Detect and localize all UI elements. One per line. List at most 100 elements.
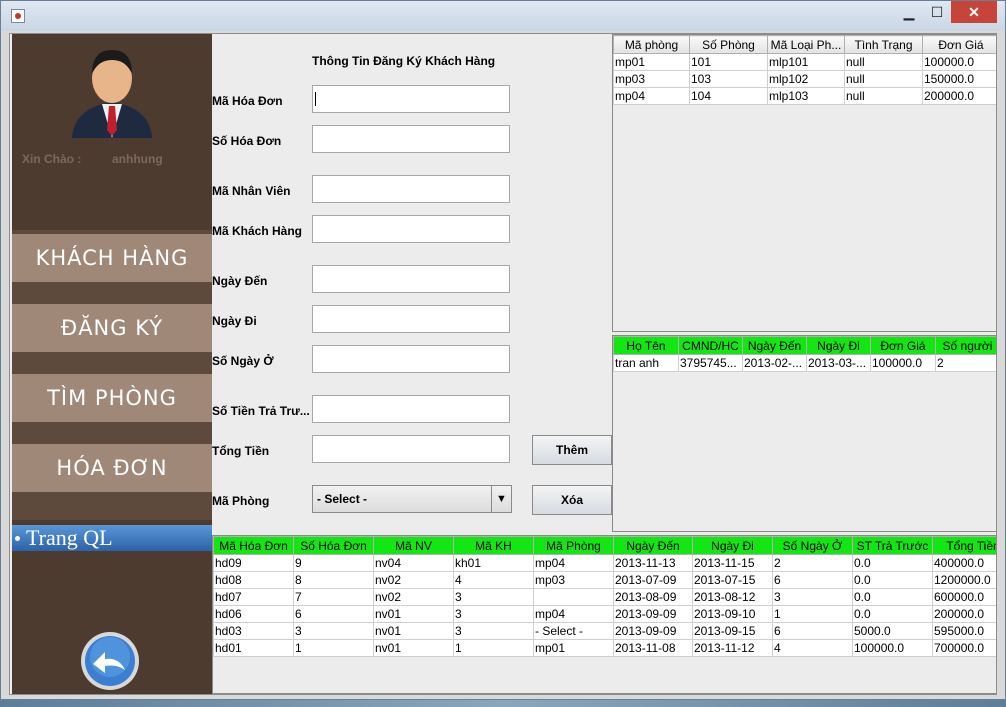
column-header[interactable]: Mã phòng xyxy=(613,35,690,54)
table-cell[interactable]: 5000.0 xyxy=(852,622,933,640)
table-cell[interactable]: hd07 xyxy=(213,588,294,606)
table-cell[interactable]: 0.0 xyxy=(852,554,933,572)
table-cell[interactable]: nv01 xyxy=(373,605,454,623)
table-cell[interactable]: null xyxy=(844,53,923,71)
table-cell[interactable]: 0.0 xyxy=(852,605,933,623)
table-cell[interactable]: null xyxy=(844,87,923,105)
table-cell[interactable]: nv02 xyxy=(373,588,454,606)
table-cell[interactable]: 3 xyxy=(293,622,374,640)
add-button[interactable]: Thêm xyxy=(532,435,612,465)
table-cell[interactable]: 3 xyxy=(772,588,853,606)
table-cell[interactable]: nv04 xyxy=(373,554,454,572)
back-arrow-icon[interactable] xyxy=(79,630,141,692)
table-cell[interactable]: hd06 xyxy=(213,605,294,623)
table-row[interactable]: tran anh 3795745... 2013-02-... 2013-03-...… xyxy=(613,354,996,372)
nav-tim-phong-button[interactable]: TÌM PHÒNG xyxy=(12,374,212,422)
table-cell[interactable]: mlp102 xyxy=(767,70,845,88)
table-cell[interactable]: 2013-09-09 xyxy=(613,605,693,623)
column-header[interactable]: Đơn Giá xyxy=(870,336,936,355)
table-row[interactable]: hd06 6 nv01 3 mp04 2013-09-09 2013-09-10 1 0.0 20… xyxy=(213,605,996,623)
nav-khach-hang-button[interactable]: KHÁCH HÀNG xyxy=(12,234,212,282)
column-header[interactable]: Tình Trạng xyxy=(844,35,923,54)
table-cell[interactable]: 2013-11-12 xyxy=(692,639,773,657)
table-cell[interactable]: hd01 xyxy=(213,639,294,657)
customer-id-input[interactable] xyxy=(312,215,510,243)
table-row[interactable]: mp03 103 mlp102 null 150000.0 xyxy=(613,70,996,88)
minimize-button[interactable]: ▁ xyxy=(895,1,923,23)
table-cell[interactable]: 9 xyxy=(293,554,374,572)
table-cell[interactable]: 2013-03-... xyxy=(806,354,871,372)
column-header[interactable]: Ngày Đến xyxy=(742,336,807,355)
table-cell[interactable]: mlp101 xyxy=(767,53,845,71)
nav-hoa-don-button[interactable]: HÓA ĐƠN xyxy=(12,444,212,492)
table-cell[interactable]: 104 xyxy=(689,87,768,105)
table-cell[interactable]: 103 xyxy=(689,70,768,88)
table-cell[interactable]: nv02 xyxy=(373,571,454,589)
table-cell[interactable]: 7 xyxy=(293,588,374,606)
table-cell[interactable]: kh01 xyxy=(453,554,534,572)
table-cell[interactable]: 8 xyxy=(293,571,374,589)
delete-button[interactable]: Xóa xyxy=(532,485,612,515)
room-select[interactable]: - Select - ▼ xyxy=(312,485,512,513)
close-button[interactable]: ✕ xyxy=(951,1,997,23)
table-cell[interactable]: 2013-11-08 xyxy=(613,639,693,657)
table-cell[interactable]: 700000.0 xyxy=(932,639,996,657)
column-header[interactable]: Ngày Đến xyxy=(613,536,693,555)
column-header[interactable]: Mã KH xyxy=(453,536,534,555)
column-header[interactable]: Số Phòng xyxy=(689,35,768,54)
table-cell[interactable]: 6 xyxy=(772,571,853,589)
column-header[interactable]: Số Ngày Ở xyxy=(772,536,853,555)
column-header[interactable]: Tổng Tiền xyxy=(932,536,996,555)
table-cell[interactable]: 2013-11-15 xyxy=(692,554,773,572)
table-cell[interactable]: 100000.0 xyxy=(870,354,936,372)
table-cell[interactable]: 2013-09-09 xyxy=(613,622,693,640)
column-header[interactable]: Họ Tên xyxy=(613,336,679,355)
table-cell[interactable]: 2013-09-15 xyxy=(692,622,773,640)
stay-days-input[interactable] xyxy=(312,345,510,373)
table-row[interactable]: hd08 8 nv02 4 mp03 2013-07-09 2013-07-15 6 0.0 12… xyxy=(213,571,996,589)
table-cell[interactable]: mlp103 xyxy=(767,87,845,105)
table-cell[interactable]: 2013-07-15 xyxy=(692,571,773,589)
column-header[interactable]: CMND/HC xyxy=(678,336,743,355)
table-cell[interactable]: 1 xyxy=(453,639,534,657)
departure-date-input[interactable] xyxy=(312,305,510,333)
table-cell[interactable]: mp03 xyxy=(533,571,614,589)
table-cell[interactable]: 2013-02-... xyxy=(742,354,807,372)
table-row[interactable]: mp04 104 mlp103 null 200000.0 xyxy=(613,87,996,105)
employee-id-input[interactable] xyxy=(312,175,510,203)
table-cell[interactable]: 150000.0 xyxy=(922,70,996,88)
table-row[interactable]: hd01 1 nv01 1 mp01 2013-11-08 2013-11-12 4 10000… xyxy=(213,639,996,657)
table-cell[interactable]: 1 xyxy=(772,605,853,623)
table-cell[interactable]: 101 xyxy=(689,53,768,71)
table-cell[interactable]: 200000.0 xyxy=(922,87,996,105)
table-cell[interactable]: 6 xyxy=(293,605,374,623)
table-cell[interactable]: - Select - xyxy=(533,622,614,640)
table-cell[interactable]: nv01 xyxy=(373,639,454,657)
table-row[interactable]: hd09 9 nv04 kh01 mp04 2013-11-13 2013-11-15 2 0.… xyxy=(213,554,996,572)
maximize-button[interactable]: ☐ xyxy=(923,1,951,23)
column-header[interactable]: Mã Loại Ph... xyxy=(767,35,845,54)
table-cell[interactable]: 4 xyxy=(453,571,534,589)
table-cell[interactable]: 6 xyxy=(772,622,853,640)
table-cell[interactable]: 600000.0 xyxy=(932,588,996,606)
column-header[interactable]: ST Trả Trước xyxy=(852,536,933,555)
column-header[interactable]: Ngày Đi xyxy=(692,536,773,555)
table-cell[interactable]: 3 xyxy=(453,588,534,606)
table-cell[interactable]: 100000.0 xyxy=(922,53,996,71)
invoice-number-input[interactable] xyxy=(312,125,510,153)
arrival-date-input[interactable] xyxy=(312,265,510,293)
prepaid-input[interactable] xyxy=(312,395,510,423)
table-cell[interactable]: 2013-11-13 xyxy=(613,554,693,572)
table-cell[interactable]: 200000.0 xyxy=(932,605,996,623)
invoice-id-input[interactable] xyxy=(312,85,510,113)
table-cell[interactable]: 3 xyxy=(453,605,534,623)
nav-dang-ky-button[interactable]: ĐĂNG KÝ xyxy=(12,304,212,352)
column-header[interactable]: Số Hóa Đơn xyxy=(293,536,374,555)
table-cell[interactable]: nv01 xyxy=(373,622,454,640)
table-cell[interactable]: 1200000.0 xyxy=(932,571,996,589)
table-cell[interactable]: null xyxy=(844,70,923,88)
table-cell[interactable]: 0.0 xyxy=(852,588,933,606)
table-cell[interactable]: hd08 xyxy=(213,571,294,589)
table-cell[interactable]: 595000.0 xyxy=(932,622,996,640)
table-cell[interactable]: 1 xyxy=(293,639,374,657)
